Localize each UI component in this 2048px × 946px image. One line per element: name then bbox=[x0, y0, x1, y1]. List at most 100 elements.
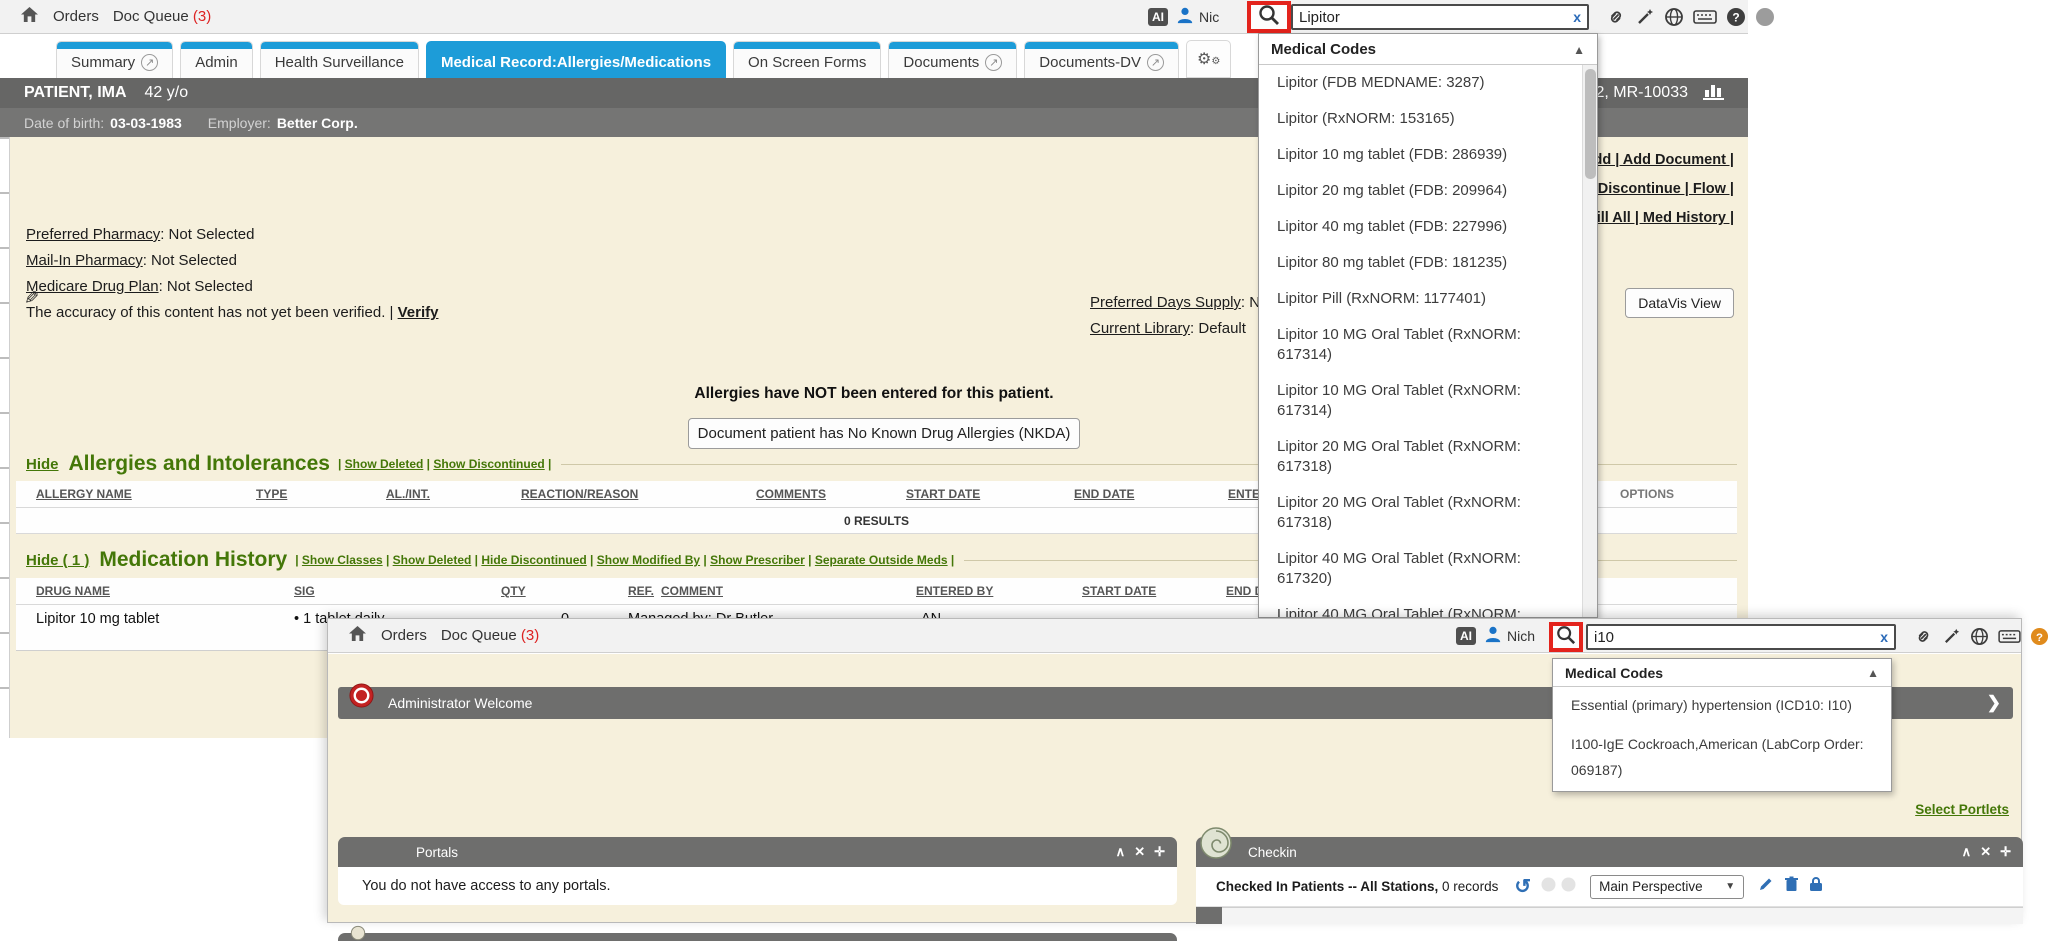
verify-link[interactable]: Verify bbox=[398, 304, 439, 321]
search-input-2[interactable]: i10 x bbox=[1586, 624, 1896, 650]
portals-header[interactable]: Portals ∧ ✕ ✛ bbox=[338, 837, 1177, 867]
col-start-date[interactable]: START DATE bbox=[1082, 584, 1156, 598]
tab-documents[interactable]: Documents↗ bbox=[888, 41, 1017, 78]
nav-orders[interactable]: Orders bbox=[53, 8, 99, 25]
edit-pencil-icon[interactable]: ✎ bbox=[24, 288, 39, 309]
dropdown-header[interactable]: Medical Codes▲ bbox=[1259, 34, 1597, 65]
wand-icon[interactable] bbox=[1942, 627, 1961, 646]
col-comment[interactable]: COMMENT bbox=[661, 584, 723, 598]
show-discontinued-link[interactable]: Show Discontinued bbox=[433, 457, 544, 471]
help-icon[interactable]: ? bbox=[1726, 7, 1746, 27]
move-icon[interactable]: ✛ bbox=[2000, 844, 2011, 860]
wand-icon[interactable] bbox=[1635, 7, 1655, 27]
col-start-date[interactable]: START DATE bbox=[906, 487, 980, 501]
globe-icon[interactable] bbox=[1664, 7, 1684, 27]
col-type[interactable]: TYPE bbox=[256, 487, 287, 501]
preferred-days-supply-link[interactable]: Preferred Days Supply bbox=[1090, 294, 1241, 311]
nav-doc-queue[interactable]: Doc Queue (3) bbox=[113, 8, 211, 25]
collapse-arrow-icon[interactable]: ▲ bbox=[1867, 666, 1879, 680]
dropdown-item[interactable]: Lipitor 20 mg tablet (FDB: 209964) bbox=[1259, 173, 1597, 209]
profile-circle-icon[interactable] bbox=[1755, 7, 1775, 27]
hide-discontinued-link[interactable]: Hide Discontinued bbox=[481, 553, 586, 567]
dropdown-item[interactable]: Lipitor 40 MG Oral Tablet (RxNORM: 61732… bbox=[1259, 541, 1597, 597]
dropdown-item[interactable]: Lipitor 40 MG Oral Tablet (RxNORM: 61732… bbox=[1259, 597, 1597, 618]
datavis-view-button[interactable]: DataVis View bbox=[1625, 288, 1734, 318]
link-icon[interactable] bbox=[1606, 7, 1626, 27]
dropdown-item[interactable]: Lipitor (RxNORM: 153165) bbox=[1259, 101, 1597, 137]
dropdown-item[interactable]: Lipitor 20 MG Oral Tablet (RxNORM: 61731… bbox=[1259, 429, 1597, 485]
perspective-select[interactable]: Main Perspective▼ bbox=[1590, 875, 1744, 899]
col-reaction[interactable]: REACTION/REASON bbox=[521, 487, 638, 501]
nav-doc-queue[interactable]: Doc Queue (3) bbox=[441, 627, 539, 644]
col-allergy-name[interactable]: ALLERGY NAME bbox=[36, 487, 132, 501]
col-entered-by[interactable]: ENTERED BY bbox=[916, 584, 993, 598]
collapse-icon[interactable]: ∧ bbox=[1116, 844, 1126, 860]
ai-badge[interactable]: AI bbox=[1148, 8, 1168, 26]
col-end-date[interactable]: END DATE bbox=[1074, 487, 1134, 501]
keyboard-icon[interactable] bbox=[1998, 628, 2021, 645]
tab-admin[interactable]: Admin bbox=[180, 41, 253, 78]
trash-icon[interactable] bbox=[1784, 876, 1799, 897]
tab-summary[interactable]: Summary↗ bbox=[56, 41, 173, 78]
show-prescriber-link[interactable]: Show Prescriber bbox=[710, 553, 805, 567]
close-icon[interactable]: ✕ bbox=[1134, 844, 1145, 860]
dropdown-item[interactable]: Lipitor 80 mg tablet (FDB: 181235) bbox=[1259, 245, 1597, 281]
collapse-arrow-icon[interactable]: ▲ bbox=[1573, 43, 1585, 57]
tab-medical-record-allergies-medications[interactable]: Medical Record:Allergies/Medications bbox=[426, 41, 726, 78]
collapse-icon[interactable]: ∧ bbox=[1962, 844, 1972, 860]
nav-orders[interactable]: Orders bbox=[381, 627, 427, 644]
close-icon[interactable]: ✕ bbox=[1980, 844, 1991, 860]
show-modified-by-link[interactable]: Show Modified By bbox=[597, 553, 700, 567]
keyboard-icon[interactable] bbox=[1693, 8, 1717, 26]
select-portlets-link[interactable]: Select Portlets bbox=[1915, 801, 2009, 819]
globe-icon[interactable] bbox=[1970, 627, 1989, 646]
tab-health-surveillance[interactable]: Health Surveillance bbox=[260, 41, 419, 78]
dropdown-item[interactable]: Lipitor (FDB MEDNAME: 3287) bbox=[1259, 65, 1597, 101]
tab-settings-gear-icon[interactable]: ⚙⚙ bbox=[1186, 40, 1231, 78]
dropdown-item[interactable]: Lipitor 10 MG Oral Tablet (RxNORM: 61731… bbox=[1259, 373, 1597, 429]
dropdown-item[interactable]: Lipitor 20 MG Oral Tablet (RxNORM: 61731… bbox=[1259, 485, 1597, 541]
lock-icon[interactable] bbox=[1809, 876, 1823, 897]
chevron-down-icon[interactable]: ❯ bbox=[1987, 693, 2001, 713]
dropdown-header[interactable]: Medical Codes▲ bbox=[1553, 659, 1891, 687]
chart-icon[interactable] bbox=[1702, 81, 1726, 106]
medications-hide-link[interactable]: Hide ( 1 ) bbox=[26, 552, 89, 569]
dropdown-item[interactable]: I100-IgE Cockroach,American (LabCorp Ord… bbox=[1553, 723, 1891, 791]
dropdown-scrollbar[interactable] bbox=[1582, 65, 1597, 618]
allergies-hide-link[interactable]: Hide bbox=[26, 456, 59, 473]
edit-pencil-icon[interactable] bbox=[1758, 876, 1774, 897]
help-icon[interactable]: ? bbox=[2030, 627, 2048, 646]
mailin-pharmacy-link[interactable]: Mail-In Pharmacy bbox=[26, 252, 143, 269]
refresh-icon[interactable]: ↺ bbox=[1514, 874, 1531, 899]
dropdown-item[interactable]: Essential (primary) hypertension (ICD10:… bbox=[1553, 687, 1891, 723]
checkin-header[interactable]: Checkin ∧ ✕ ✛ bbox=[1196, 837, 2023, 867]
col-al-int[interactable]: AL./INT. bbox=[386, 487, 430, 501]
col-qty[interactable]: QTY bbox=[501, 584, 526, 598]
move-icon[interactable]: ✛ bbox=[1154, 844, 1165, 860]
show-deleted-link[interactable]: Show Deleted bbox=[345, 457, 424, 471]
home-icon[interactable] bbox=[20, 6, 39, 27]
search-icon[interactable] bbox=[1556, 625, 1576, 650]
home-icon[interactable] bbox=[348, 625, 367, 646]
separate-outside-meds-link[interactable]: Separate Outside Meds bbox=[815, 553, 948, 567]
show-deleted-link[interactable]: Show Deleted bbox=[393, 553, 472, 567]
clear-search-icon[interactable]: x bbox=[1573, 9, 1581, 25]
dropdown-item[interactable]: Lipitor 10 mg tablet (FDB: 286939) bbox=[1259, 137, 1597, 173]
preferred-pharmacy-link[interactable]: Preferred Pharmacy bbox=[26, 226, 160, 243]
tab-on-screen-forms[interactable]: On Screen Forms bbox=[733, 41, 881, 78]
search-input-1[interactable]: Lipitor x bbox=[1291, 4, 1589, 30]
dropdown-item[interactable]: Lipitor 40 mg tablet (FDB: 227996) bbox=[1259, 209, 1597, 245]
col-comments[interactable]: COMMENTS bbox=[756, 487, 826, 501]
nkda-button[interactable]: Document patient has No Known Drug Aller… bbox=[688, 418, 1080, 449]
dropdown-item[interactable]: Lipitor 10 MG Oral Tablet (RxNORM: 61731… bbox=[1259, 317, 1597, 373]
col-sig[interactable]: SIG bbox=[294, 584, 315, 598]
current-library-link[interactable]: Current Library bbox=[1090, 320, 1190, 337]
ai-badge[interactable]: AI bbox=[1456, 627, 1476, 645]
link-icon[interactable] bbox=[1914, 627, 1933, 646]
search-icon[interactable] bbox=[1258, 4, 1280, 31]
medicare-plan-link[interactable]: Medicare Drug Plan bbox=[26, 278, 159, 295]
show-classes-link[interactable]: Show Classes bbox=[302, 553, 383, 567]
tab-documents-dv[interactable]: Documents-DV↗ bbox=[1024, 41, 1179, 78]
dropdown-item[interactable]: Lipitor Pill (RxNORM: 1177401) bbox=[1259, 281, 1597, 317]
col-ref[interactable]: REF. bbox=[628, 584, 654, 598]
